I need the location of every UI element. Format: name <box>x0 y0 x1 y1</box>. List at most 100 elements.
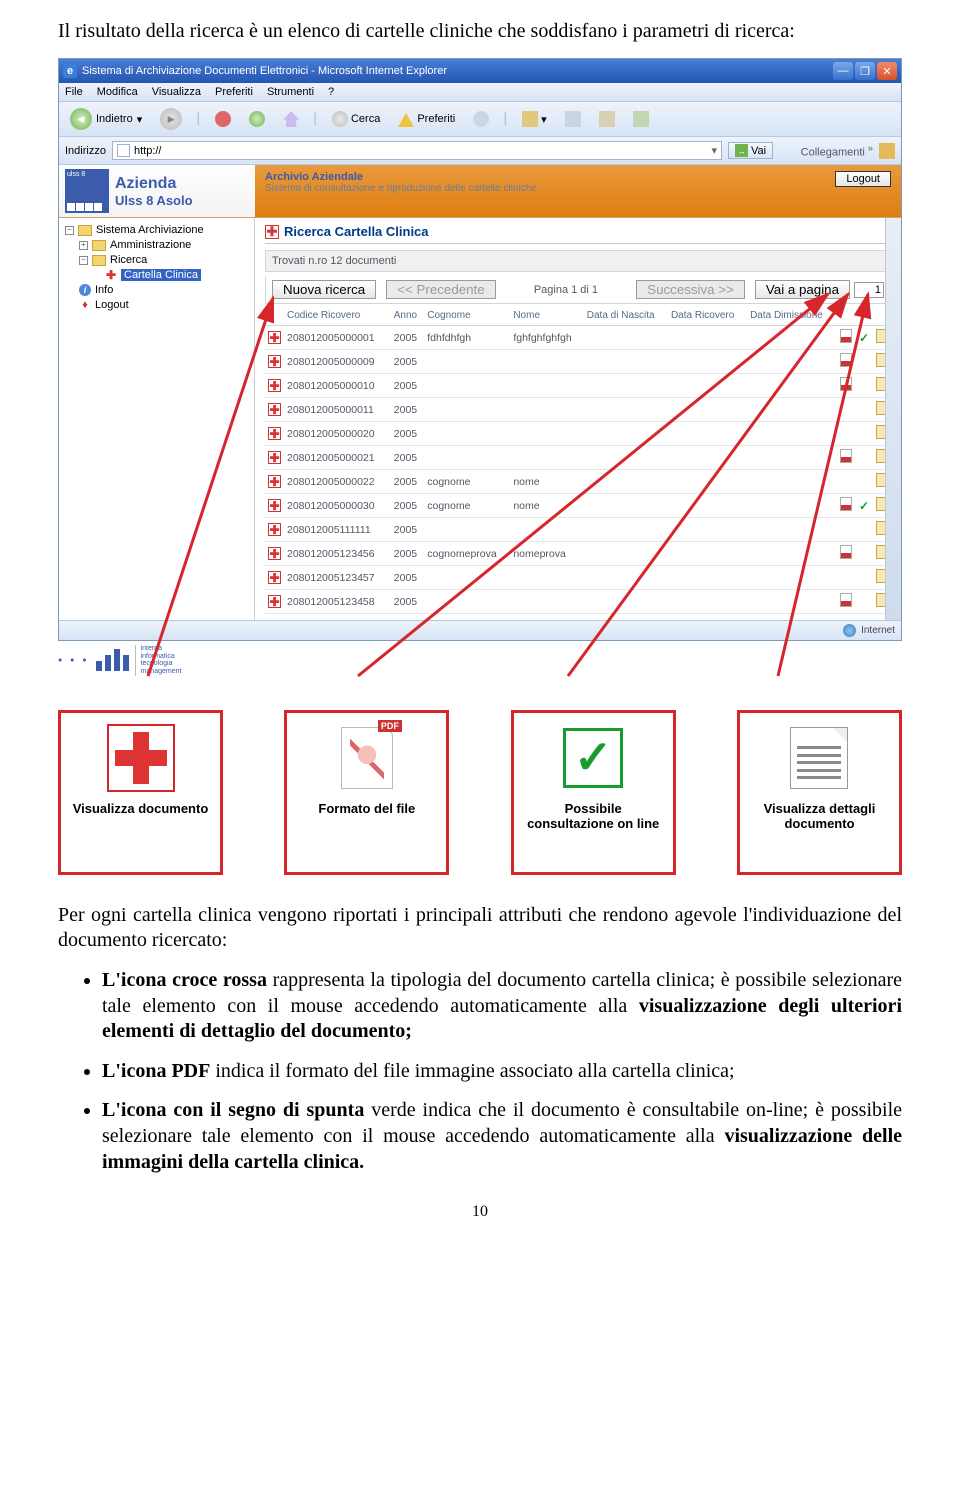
back-button[interactable]: ◄ Indietro ▾ <box>65 106 147 132</box>
cross-icon[interactable]: ✚ <box>268 571 281 584</box>
doc-icon[interactable] <box>876 377 888 391</box>
tree-search[interactable]: −Ricerca <box>65 254 248 266</box>
col-nome: Nome <box>510 306 583 326</box>
table-row[interactable]: ✚2080120050000012005fdhfdhfghfghfghfghfg… <box>265 326 891 350</box>
cross-icon[interactable]: ✚ <box>268 331 281 344</box>
table-row[interactable]: ✚2080120050000302005cognomenome✓ <box>265 494 891 518</box>
edit-button[interactable] <box>594 109 620 129</box>
table-row[interactable]: ✚2080120051234562005cognomeprovanomeprov… <box>265 542 891 566</box>
doc-icon[interactable] <box>876 449 888 463</box>
go-button[interactable]: → Vai <box>728 142 773 159</box>
results-count: Trovati n.ro 12 documenti <box>265 250 891 272</box>
goto-page-button[interactable]: Vai a pagina <box>755 280 850 299</box>
tree-info[interactable]: iInfo <box>65 284 248 296</box>
table-row[interactable]: ✚2080120050000202005 <box>265 422 891 446</box>
doc-icon[interactable] <box>876 593 888 607</box>
cell-codice: 208012005000009 <box>284 350 391 374</box>
table-row[interactable]: ✚2080120050000222005cognomenome <box>265 470 891 494</box>
logout-icon: ♦ <box>79 299 91 311</box>
address-input-wrap[interactable]: ▾ <box>112 141 722 160</box>
menu-view[interactable]: Visualizza <box>152 86 201 98</box>
pdf-icon[interactable] <box>840 545 852 559</box>
favorites-button[interactable]: Preferiti <box>393 110 460 128</box>
pdf-icon[interactable] <box>840 497 852 511</box>
cross-icon[interactable]: ✚ <box>268 451 281 464</box>
goto-page-input[interactable] <box>854 282 884 298</box>
home-button[interactable] <box>278 109 304 129</box>
cross-icon[interactable]: ✚ <box>268 427 281 440</box>
tree-cartella[interactable]: ✚Cartella Clinica <box>65 269 248 281</box>
bullet-pdf: L'icona PDF indica il formato del file i… <box>102 1059 902 1085</box>
address-input[interactable] <box>134 145 707 157</box>
stop-button[interactable] <box>210 109 236 129</box>
app-title: Archivio Aziendale <box>265 171 537 183</box>
table-row[interactable]: ✚2080120051111112005 <box>265 518 891 542</box>
cross-icon[interactable]: ✚ <box>268 355 281 368</box>
cell-codice: 208012005000021 <box>284 446 391 470</box>
table-row[interactable]: ✚2080120050000102005 <box>265 374 891 398</box>
check-icon[interactable]: ✓ <box>859 499 869 513</box>
doc-icon[interactable] <box>876 329 888 343</box>
table-row[interactable]: ✚2080120050000212005 <box>265 446 891 470</box>
dropdown-icon[interactable]: ▾ <box>711 144 717 157</box>
check-icon[interactable]: ✓ <box>859 331 869 345</box>
cross-icon: ✚ <box>265 225 279 239</box>
search-button[interactable]: Cerca <box>327 109 385 129</box>
menu-tools[interactable]: Strumenti <box>267 86 314 98</box>
tree-admin[interactable]: +Amministrazione <box>65 239 248 251</box>
new-search-button[interactable]: Nuova ricerca <box>272 280 376 299</box>
table-row[interactable]: ✚2080120051234582005 <box>265 590 891 614</box>
pdf-icon[interactable] <box>840 353 852 367</box>
cross-icon[interactable]: ✚ <box>268 379 281 392</box>
links-label[interactable]: Collegamenti » <box>801 143 873 159</box>
doc-icon[interactable] <box>876 401 888 415</box>
next-page-button[interactable]: Successiva >> <box>636 280 745 299</box>
body-intro: Per ogni cartella clinica vengono riport… <box>58 903 902 954</box>
mail-button[interactable]: ▾ <box>517 109 552 129</box>
pdf-icon[interactable] <box>840 329 852 343</box>
doc-icon[interactable] <box>876 521 888 535</box>
pdf-icon[interactable] <box>840 593 852 607</box>
table-row[interactable]: ✚2080120050000112005 <box>265 398 891 422</box>
doc-icon[interactable] <box>876 569 888 583</box>
tree-root[interactable]: −Sistema Archiviazione <box>65 224 248 236</box>
cell-codice: 208012005000011 <box>284 398 391 422</box>
cross-icon[interactable]: ✚ <box>268 523 281 536</box>
media-button[interactable] <box>468 109 494 129</box>
tree-logout[interactable]: ♦Logout <box>65 299 248 311</box>
refresh-button[interactable] <box>244 109 270 129</box>
pdf-icon[interactable] <box>840 377 852 391</box>
pdf-icon <box>341 727 393 789</box>
discuss-button[interactable] <box>628 109 654 129</box>
prev-page-button[interactable]: << Precedente <box>386 280 495 299</box>
menu-favorites[interactable]: Preferiti <box>215 86 253 98</box>
cross-icon[interactable]: ✚ <box>268 595 281 608</box>
callout-details: Visualizza dettagli documento <box>737 710 902 875</box>
forward-button[interactable]: ► <box>155 106 187 132</box>
menu-help[interactable]: ? <box>328 86 334 98</box>
cross-icon[interactable]: ✚ <box>268 499 281 512</box>
ie-toolbar: ◄ Indietro ▾ ► │ │ Cerca Preferiti │ ▾ <box>59 102 901 137</box>
doc-icon[interactable] <box>876 473 888 487</box>
menu-edit[interactable]: Modifica <box>97 86 138 98</box>
main-panel: ✚ Ricerca Cartella Clinica Trovati n.ro … <box>255 218 901 620</box>
stop-icon <box>215 111 231 127</box>
doc-icon[interactable] <box>876 497 888 511</box>
close-button[interactable]: ✕ <box>877 62 897 80</box>
table-row[interactable]: ✚2080120051234572005 <box>265 566 891 590</box>
refresh-icon <box>249 111 265 127</box>
minimize-button[interactable]: — <box>833 62 853 80</box>
logout-button[interactable]: Logout <box>835 171 891 187</box>
table-row[interactable]: ✚2080120050000092005 <box>265 350 891 374</box>
search-label: Cerca <box>351 113 380 125</box>
cross-icon[interactable]: ✚ <box>268 475 281 488</box>
menu-file[interactable]: File <box>65 86 83 98</box>
pdf-icon[interactable] <box>840 449 852 463</box>
doc-icon[interactable] <box>876 545 888 559</box>
cross-icon[interactable]: ✚ <box>268 403 281 416</box>
doc-icon[interactable] <box>876 353 888 367</box>
maximize-button[interactable]: ❐ <box>855 62 875 80</box>
cross-icon[interactable]: ✚ <box>268 547 281 560</box>
doc-icon[interactable] <box>876 425 888 439</box>
print-button[interactable] <box>560 109 586 129</box>
